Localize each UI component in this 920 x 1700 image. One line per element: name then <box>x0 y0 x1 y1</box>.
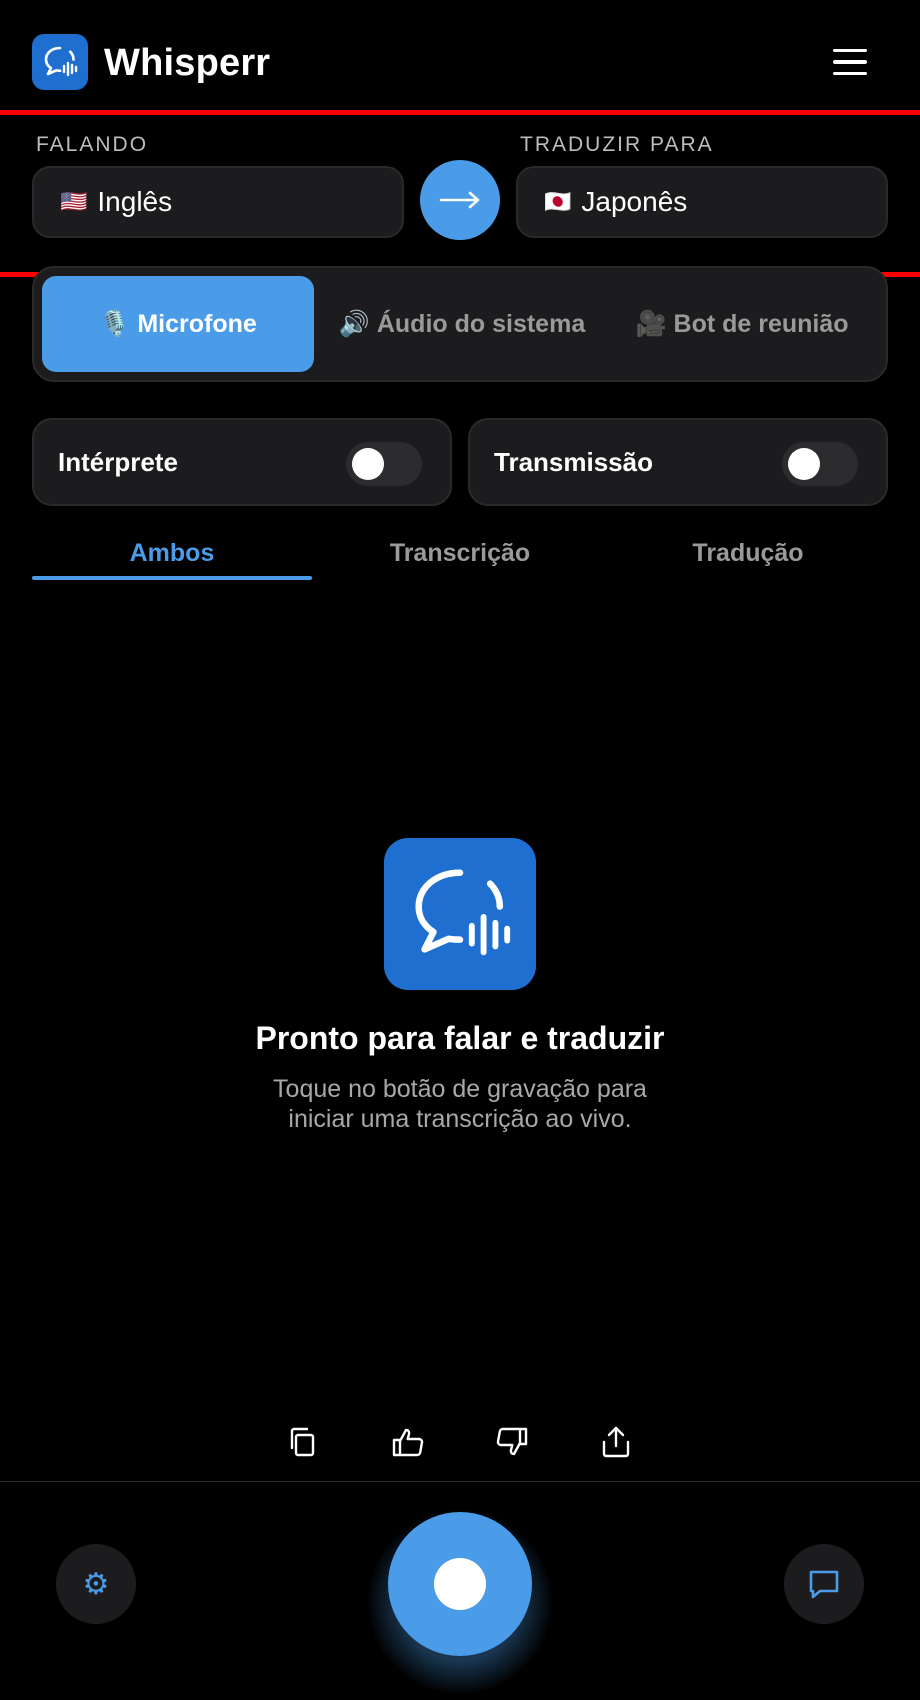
microphone-icon: 🎙️ <box>99 310 131 338</box>
tab-translation[interactable]: Tradução <box>608 528 888 578</box>
interpreter-label: Intérprete <box>58 446 178 477</box>
arrow-right-icon <box>439 191 480 209</box>
empty-state-logo <box>384 838 536 990</box>
gear-icon: ⚙ <box>82 1566 110 1602</box>
app-title: Whisperr <box>104 42 271 84</box>
menu-bar <box>833 48 867 53</box>
target-language-label: TRADUZIR PARA <box>520 133 714 156</box>
source-language-select[interactable]: 🇺🇸 Inglês <box>32 166 404 238</box>
annotation-line-top <box>0 110 920 115</box>
thumbs-down-icon <box>496 1427 528 1456</box>
target-language-value: Japonês <box>581 186 688 217</box>
broadcast-label: Transmissão <box>494 446 653 477</box>
record-button[interactable] <box>388 1512 532 1656</box>
video-camera-icon: 🎥 <box>635 310 667 338</box>
thumbs-down-button[interactable] <box>488 1418 536 1466</box>
record-dot-icon <box>434 1558 486 1610</box>
share-icon <box>602 1426 630 1458</box>
bottom-divider <box>0 1481 920 1482</box>
tab-both[interactable]: Ambos <box>32 528 312 578</box>
switch-knob <box>788 448 820 480</box>
source-label: Bot de reunião <box>673 310 849 338</box>
subtitle-line: Toque no botão de gravação para <box>273 1075 647 1103</box>
us-flag-icon: 🇺🇸 <box>60 189 88 214</box>
active-tab-indicator <box>32 576 312 580</box>
menu-bar <box>833 60 867 64</box>
source-microphone-button[interactable]: 🎙️ Microfone <box>42 276 314 372</box>
interpreter-toggle-card: Intérprete <box>32 418 452 506</box>
source-language-value: Inglês <box>97 186 173 217</box>
copy-button[interactable] <box>278 1418 326 1466</box>
source-meeting-bot-button[interactable]: 🎥 Bot de reunião <box>610 276 874 372</box>
speaker-icon: 🔊 <box>338 310 370 338</box>
source-language-label: FALANDO <box>36 133 149 156</box>
swap-languages-button[interactable] <box>420 160 500 240</box>
subtitle-line: iniciar uma transcrição ao vivo. <box>288 1105 632 1133</box>
broadcast-toggle-card: Transmissão <box>468 418 888 506</box>
copy-icon <box>290 1427 315 1457</box>
source-label: Microfone <box>137 310 257 338</box>
settings-button[interactable]: ⚙ <box>56 1544 136 1624</box>
target-language-select[interactable]: 🇯🇵 Japonês <box>516 166 888 238</box>
chat-button[interactable] <box>784 1544 864 1624</box>
source-label: Áudio do sistema <box>376 310 586 338</box>
tab-transcription[interactable]: Transcrição <box>320 528 600 578</box>
source-system-audio-button[interactable]: 🔊 Áudio do sistema <box>334 276 590 372</box>
speech-wave-icon <box>415 869 511 956</box>
hamburger-menu-button[interactable] <box>820 40 880 84</box>
empty-state-subtitle: Toque no botão de gravação para iniciar … <box>0 1074 920 1134</box>
app-logo <box>32 34 88 90</box>
share-button[interactable] <box>592 1418 640 1466</box>
thumbs-up-button[interactable] <box>384 1418 432 1466</box>
chat-bubble-icon <box>809 1570 839 1599</box>
switch-knob <box>352 448 384 480</box>
japan-flag-icon: 🇯🇵 <box>544 189 572 214</box>
broadcast-switch[interactable] <box>782 442 858 486</box>
interpreter-switch[interactable] <box>346 442 422 486</box>
audio-source-selector: 🎙️ Microfone 🔊 Áudio do sistema 🎥 Bot de… <box>32 266 888 382</box>
empty-state-title: Pronto para falar e traduzir <box>255 1020 665 1056</box>
menu-bar <box>833 71 867 76</box>
speech-wave-icon <box>44 46 78 77</box>
thumbs-up-icon <box>392 1428 424 1457</box>
